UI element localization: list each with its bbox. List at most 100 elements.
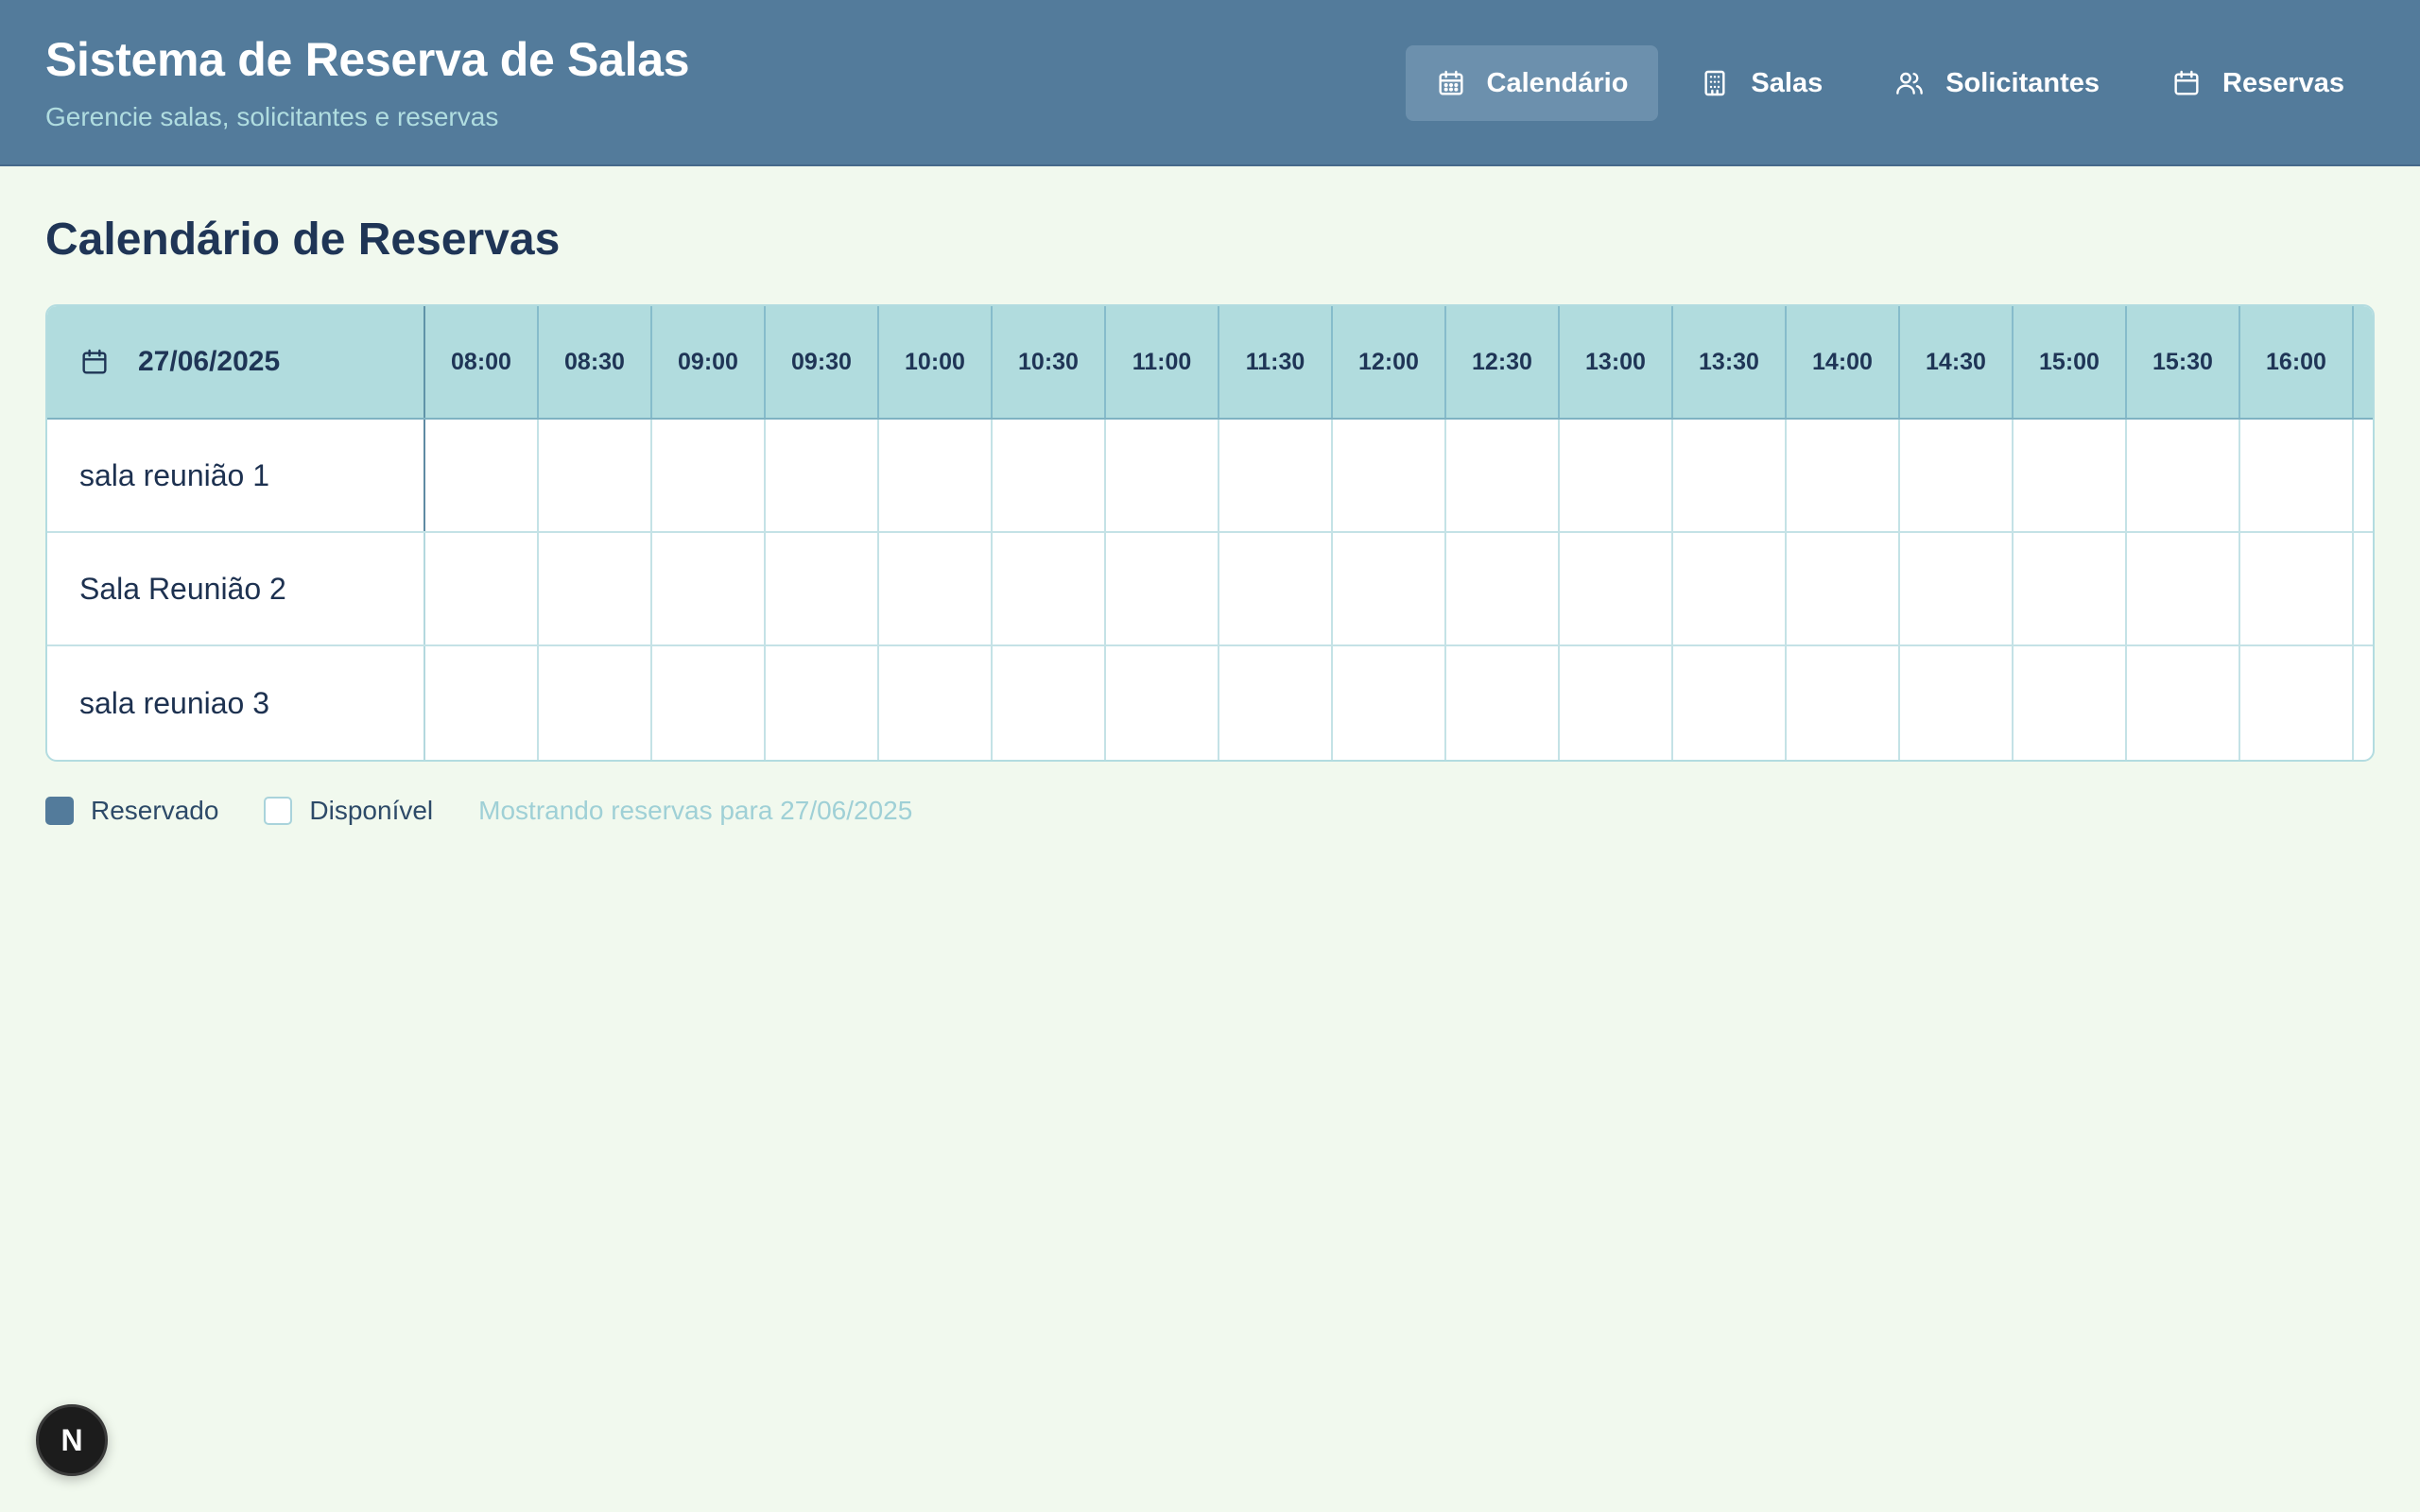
time-header-cell: 08:30 bbox=[539, 306, 652, 418]
time-slot[interactable] bbox=[1333, 533, 1446, 644]
selected-date: 27/06/2025 bbox=[138, 346, 281, 377]
time-slot[interactable] bbox=[1673, 646, 1787, 760]
time-header-cell: 10:30 bbox=[993, 306, 1106, 418]
time-slot[interactable] bbox=[1673, 420, 1787, 531]
time-slot[interactable] bbox=[766, 420, 879, 531]
time-header-cell: 13:00 bbox=[1560, 306, 1673, 418]
time-slot[interactable] bbox=[1219, 646, 1333, 760]
time-slot[interactable] bbox=[766, 533, 879, 644]
time-slot[interactable] bbox=[425, 533, 539, 644]
time-slot[interactable] bbox=[2014, 646, 2127, 760]
time-slot[interactable] bbox=[766, 646, 879, 760]
time-slot[interactable] bbox=[2127, 533, 2240, 644]
time-slot[interactable] bbox=[1106, 420, 1219, 531]
app-header: Sistema de Reserva de Salas Gerencie sal… bbox=[0, 0, 2420, 166]
time-slot[interactable] bbox=[1106, 646, 1219, 760]
dev-tools-badge[interactable]: N bbox=[36, 1404, 108, 1476]
time-slot[interactable] bbox=[1560, 420, 1673, 531]
nav-item-reservas[interactable]: Reservas bbox=[2141, 45, 2375, 121]
time-slot[interactable] bbox=[2240, 533, 2354, 644]
time-header-cell: 11:30 bbox=[1219, 306, 1333, 418]
time-header-cell: 09:30 bbox=[766, 306, 879, 418]
time-slot[interactable] bbox=[1787, 420, 1900, 531]
time-slot[interactable] bbox=[539, 533, 652, 644]
time-header-cell: 14:00 bbox=[1787, 306, 1900, 418]
calendar-icon bbox=[2171, 68, 2202, 98]
time-header-cell: 15:00 bbox=[2014, 306, 2127, 418]
time-slot[interactable] bbox=[879, 533, 993, 644]
room-name: sala reuniao 3 bbox=[47, 646, 425, 760]
time-slot[interactable] bbox=[1446, 533, 1560, 644]
room-row: sala reunião 1 bbox=[47, 420, 2373, 533]
time-slot[interactable] bbox=[652, 420, 766, 531]
room-name: Sala Reunião 2 bbox=[47, 533, 425, 644]
legend-note: Mostrando reservas para 27/06/2025 bbox=[478, 796, 913, 825]
time-slot[interactable] bbox=[1219, 533, 1333, 644]
time-slot[interactable] bbox=[1560, 533, 1673, 644]
time-slot[interactable] bbox=[1787, 646, 1900, 760]
date-picker[interactable]: 27/06/2025 bbox=[47, 306, 425, 418]
nav-item-solicitantes[interactable]: Solicitantes bbox=[1864, 45, 2130, 121]
time-slot[interactable] bbox=[539, 420, 652, 531]
time-header-cell: 13:30 bbox=[1673, 306, 1787, 418]
calendar-body: sala reunião 1 Sala Reunião 2 sala reuni… bbox=[47, 420, 2373, 760]
room-row: sala reuniao 3 bbox=[47, 646, 2373, 760]
time-slot[interactable] bbox=[2014, 533, 2127, 644]
room-row: Sala Reunião 2 bbox=[47, 533, 2373, 646]
time-slot[interactable] bbox=[1560, 646, 1673, 760]
time-slot[interactable] bbox=[993, 533, 1106, 644]
time-slot[interactable] bbox=[1900, 533, 2014, 644]
time-slot[interactable] bbox=[1900, 646, 2014, 760]
nav-item-calendario[interactable]: Calendário bbox=[1405, 45, 1659, 121]
time-slot[interactable] bbox=[1219, 420, 1333, 531]
time-header-cell: 11:00 bbox=[1106, 306, 1219, 418]
time-slot[interactable] bbox=[2127, 646, 2240, 760]
app-title: Sistema de Reserva de Salas bbox=[45, 33, 690, 86]
reservation-calendar: 27/06/2025 08:00 08:30 09:00 09:30 10:00… bbox=[45, 304, 2375, 762]
time-header-cell: 12:00 bbox=[1333, 306, 1446, 418]
legend-label-booked: Reservado bbox=[91, 796, 219, 825]
time-slot[interactable] bbox=[1333, 646, 1446, 760]
time-slot[interactable] bbox=[1446, 646, 1560, 760]
calendar-header: 27/06/2025 08:00 08:30 09:00 09:30 10:00… bbox=[47, 306, 2373, 420]
page-title: Calendário de Reservas bbox=[45, 215, 561, 265]
nav-item-label: Solicitantes bbox=[1945, 67, 2100, 98]
time-slot[interactable] bbox=[539, 646, 652, 760]
nav-item-label: Calendário bbox=[1486, 67, 1629, 98]
time-slot[interactable] bbox=[1900, 420, 2014, 531]
building-icon bbox=[1700, 68, 1730, 98]
nav-item-label: Salas bbox=[1751, 67, 1824, 98]
time-slot[interactable] bbox=[879, 420, 993, 531]
time-header-cell: 10:00 bbox=[879, 306, 993, 418]
time-header-cell: 09:00 bbox=[652, 306, 766, 418]
time-slot[interactable] bbox=[2127, 420, 2240, 531]
time-slot[interactable] bbox=[425, 420, 539, 531]
time-slot[interactable] bbox=[652, 646, 766, 760]
time-slot[interactable] bbox=[2240, 420, 2354, 531]
room-name: sala reunião 1 bbox=[47, 420, 425, 531]
time-slot[interactable] bbox=[993, 420, 1106, 531]
main-nav: Calendário Salas Solicitantes Reservas bbox=[1405, 45, 2375, 121]
time-slot[interactable] bbox=[1106, 533, 1219, 644]
legend-swatch-booked bbox=[45, 797, 74, 825]
app-subtitle: Gerencie salas, solicitantes e reservas bbox=[45, 102, 499, 131]
time-header-row: 08:00 08:30 09:00 09:30 10:00 10:30 11:0… bbox=[425, 306, 2354, 418]
time-header-cell: 08:00 bbox=[425, 306, 539, 418]
time-slot[interactable] bbox=[879, 646, 993, 760]
calendar-icon bbox=[79, 347, 110, 377]
legend: Reservado Disponível Mostrando reservas … bbox=[45, 792, 912, 830]
time-slot[interactable] bbox=[1787, 533, 1900, 644]
time-slot[interactable] bbox=[652, 533, 766, 644]
legend-label-available: Disponível bbox=[309, 796, 434, 825]
nav-item-label: Reservas bbox=[2222, 67, 2344, 98]
legend-swatch-available bbox=[264, 797, 293, 825]
time-slot[interactable] bbox=[2014, 420, 2127, 531]
nav-item-salas[interactable]: Salas bbox=[1669, 45, 1853, 121]
time-slot[interactable] bbox=[1673, 533, 1787, 644]
time-slot[interactable] bbox=[1446, 420, 1560, 531]
time-slot[interactable] bbox=[425, 646, 539, 760]
time-header-cell: 16:00 bbox=[2240, 306, 2354, 418]
time-slot[interactable] bbox=[993, 646, 1106, 760]
time-slot[interactable] bbox=[1333, 420, 1446, 531]
time-slot[interactable] bbox=[2240, 646, 2354, 760]
